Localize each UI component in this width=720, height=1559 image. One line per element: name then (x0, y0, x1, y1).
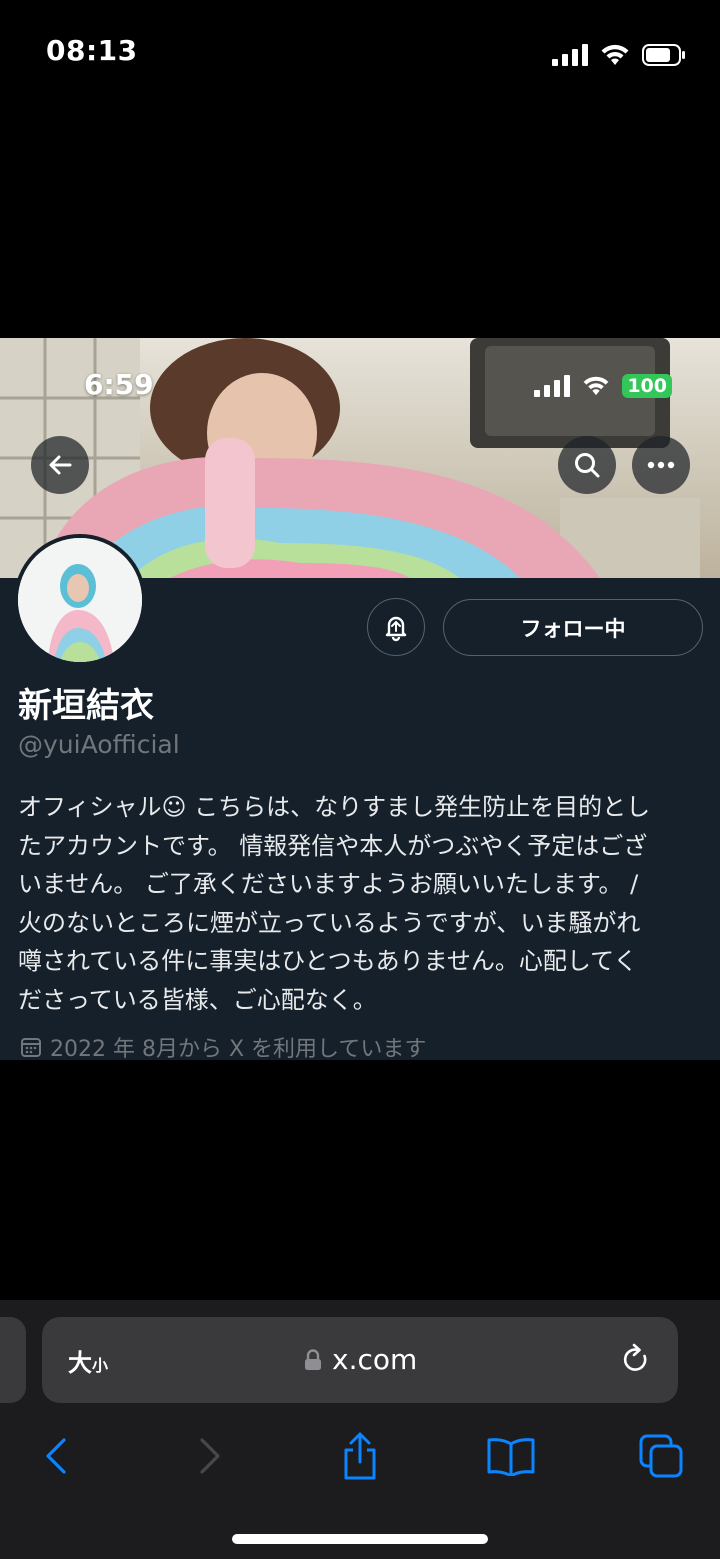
following-button[interactable]: フォロー中 (443, 599, 703, 656)
cellular-signal-icon (534, 375, 571, 397)
calendar-icon (21, 1038, 41, 1057)
battery-level: 100 (622, 374, 672, 398)
home-indicator (232, 1534, 488, 1544)
profile-screenshot: 6:59 100 フォロー中 新垣結衣 @yuiAofficial オフィシャル… (0, 338, 720, 1060)
tabs-button[interactable] (632, 1426, 692, 1486)
bookmarks-icon (487, 1438, 535, 1476)
browser-chrome: 大小 x.com (0, 1300, 720, 1559)
previous-tab-preview[interactable] (0, 1317, 26, 1403)
wifi-icon (601, 44, 629, 65)
inner-status-time: 6:59 (84, 368, 154, 401)
share-icon (344, 1432, 376, 1480)
bookmarks-button[interactable] (481, 1426, 541, 1486)
battery-icon (642, 44, 685, 66)
browser-toolbar (0, 1418, 720, 1488)
inner-status-icons: 100 (534, 374, 672, 398)
avatar-image (18, 538, 142, 662)
address-bar[interactable]: 大小 x.com (42, 1317, 678, 1403)
browser-back-button[interactable] (26, 1426, 86, 1486)
reload-icon (623, 1343, 647, 1371)
forward-icon (200, 1438, 220, 1474)
page-settings-button[interactable]: 大小 (68, 1343, 108, 1378)
back-icon (46, 1438, 66, 1474)
back-button[interactable] (31, 436, 89, 494)
text-size-label-small: 小 (92, 1356, 109, 1375)
notifications-button[interactable] (367, 598, 425, 656)
browser-forward-button[interactable] (180, 1426, 240, 1486)
bio: オフィシャル☺ こちらは、なりすまし発生防止を目的とし たアカウントです。 情報… (18, 788, 708, 1019)
joined-text: 2022 年 8月から X を利用しています (50, 1037, 427, 1060)
status-time: 08:13 (46, 34, 138, 67)
tabs-icon (639, 1434, 683, 1478)
avatar[interactable] (14, 534, 146, 666)
url-text: x.com (332, 1343, 418, 1376)
status-bar: 08:13 (0, 0, 720, 110)
joined-date: 2022 年 8月から X を利用しています (20, 1031, 426, 1060)
back-arrow-icon (49, 455, 72, 475)
bio-line: いません。 ご了承くださいますようお願いいたします。 / (18, 870, 639, 898)
wifi-icon (583, 376, 609, 396)
lock-icon (305, 1349, 321, 1370)
reload-button[interactable] (620, 1343, 650, 1379)
bio-line: オフィシャル☺ こちらは、なりすまし発生防止を目的とし (18, 793, 651, 821)
more-icon (647, 461, 675, 469)
bio-line: 火のないところに煙が立っているようですが、いま騒がれ (18, 908, 641, 937)
share-button[interactable] (330, 1426, 390, 1486)
bio-line: 噂されている件に事実はひとつもありません。心配してく (18, 947, 638, 975)
bio-line: たアカウントです。 情報発信や本人がつぶやく予定はござ (18, 831, 648, 860)
more-button[interactable] (632, 436, 690, 494)
bio-line: ださっている皆様、ご心配なく。 (18, 985, 377, 1014)
display-name: 新垣結衣 (18, 686, 154, 726)
search-icon (575, 453, 600, 478)
cellular-signal-icon (552, 44, 588, 66)
bell-icon (385, 616, 407, 642)
search-button[interactable] (558, 436, 616, 494)
handle: @yuiAofficial (18, 730, 180, 759)
text-size-label: 大 (68, 1349, 92, 1377)
status-icons (552, 38, 686, 72)
